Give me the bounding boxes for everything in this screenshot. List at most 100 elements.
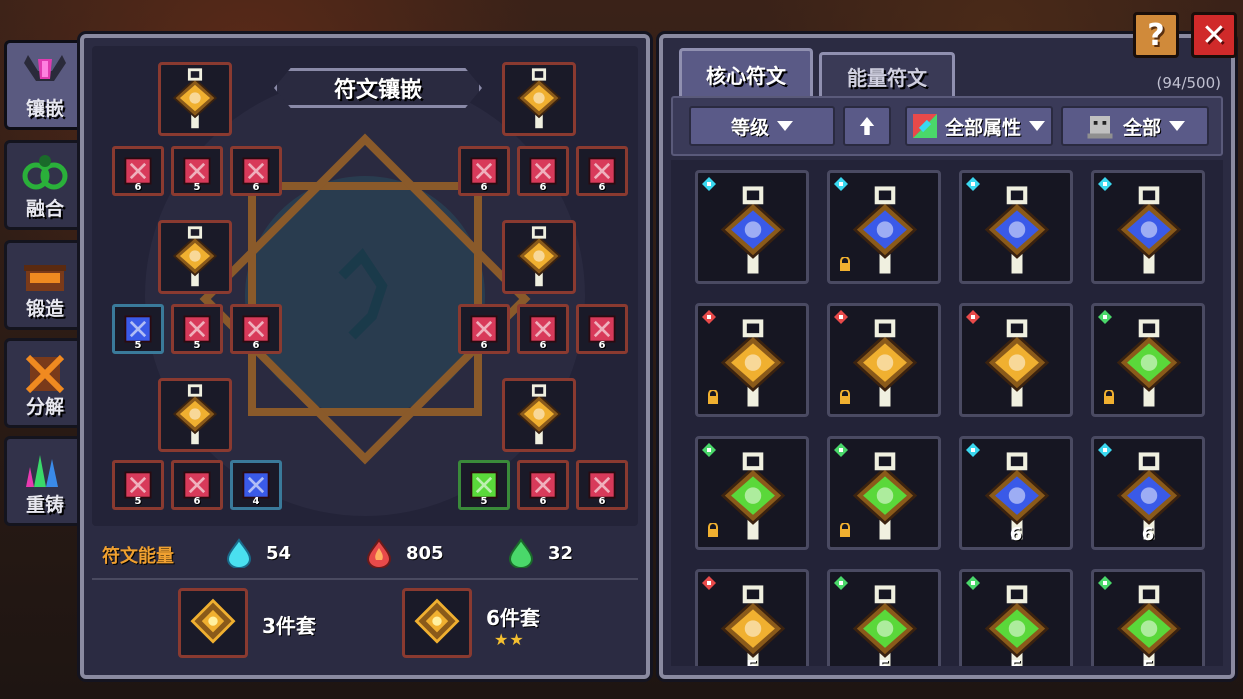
decompose-icon [25, 354, 65, 394]
energy-rune-slot[interactable]: 6 [576, 304, 628, 354]
lock-icon [1104, 390, 1114, 404]
type-filter-dropdown[interactable]: 全部 [1061, 106, 1209, 146]
rune-art [710, 449, 796, 545]
rune-art [974, 316, 1060, 412]
rune-card[interactable]: 5 [695, 569, 809, 666]
attribute-filter-dropdown[interactable]: 全部属性 [905, 106, 1053, 146]
energy-rune-slot[interactable]: 6 [171, 460, 223, 510]
energy-rune-slot[interactable]: 6 [458, 304, 510, 354]
rune-level: 6 [1009, 524, 1023, 545]
core-rune-slot[interactable] [502, 378, 576, 452]
rune-level: 5 [962, 657, 1070, 666]
rune-level: 6 [539, 340, 547, 351]
lock-icon [840, 257, 850, 271]
rune-level: 5 [134, 496, 142, 507]
rune-level: 5 [193, 340, 201, 351]
filter-bar: 等级 全部属性 全部 [671, 96, 1223, 156]
core-rune-slot[interactable] [502, 62, 576, 136]
core-rune-slot[interactable] [158, 220, 232, 294]
rune-card[interactable] [959, 170, 1073, 284]
energy-rune-slot[interactable]: 6 [517, 304, 569, 354]
rune-level: 5 [134, 340, 142, 351]
rune-art [842, 582, 928, 666]
energy-rune-slot[interactable]: 5 [171, 146, 223, 196]
rune-card[interactable]: 5 [1091, 569, 1205, 666]
energy-rune-slot[interactable]: 5 [112, 304, 164, 354]
energy-title: 符文能量 [102, 546, 174, 567]
board-title: 符文镶嵌 [274, 68, 482, 108]
rune-inlay-panel: 符文镶嵌 6 5 6 6 6 6 5 5 6 6 6 6 5 6 4 5 6 6… [80, 34, 650, 679]
rune-card[interactable]: 6 [959, 436, 1073, 550]
energy-rune-slot[interactable]: 6 [517, 460, 569, 510]
rune-card[interactable] [695, 436, 809, 550]
side-tab-fusion[interactable]: 融合 [4, 140, 86, 230]
energy-rune-slot[interactable]: 6 [112, 146, 164, 196]
core-rune-icon [984, 186, 1050, 274]
sort-level-dropdown[interactable]: 等级 [689, 106, 835, 146]
energy-rune-slot[interactable]: 5 [458, 460, 510, 510]
attribute-filter-label: 全部属性 [944, 116, 1021, 139]
energy-rune-slot[interactable]: 6 [517, 146, 569, 196]
sort-direction-button[interactable] [843, 106, 891, 146]
energy-divider [92, 578, 638, 580]
rune-level: 6 [598, 496, 606, 507]
core-rune-icon [1116, 319, 1182, 407]
help-button[interactable]: ? [1133, 12, 1179, 58]
fire-energy-icon [366, 538, 392, 568]
core-rune-icon [172, 226, 218, 287]
rune-card[interactable] [695, 303, 809, 417]
energy-rune-slot[interactable]: 4 [230, 460, 282, 510]
energy-rune-slot[interactable]: 6 [576, 460, 628, 510]
rune-art [1106, 316, 1192, 412]
rune-energy-section: 符文能量 54 805 32 3件套 6件套 ★★ [92, 532, 638, 668]
inventory-capacity: (94/500) [1156, 74, 1221, 92]
chevron-down-icon [1029, 121, 1045, 131]
rune-card[interactable]: 5 [959, 569, 1073, 666]
core-rune-icon [852, 319, 918, 407]
rune-level: 6 [193, 496, 201, 507]
set-6-stars: ★★ [494, 630, 525, 649]
rune-art [974, 582, 1060, 666]
fire-energy-value: 805 [406, 542, 444, 564]
tab-energy-runes[interactable]: 能量符文 [819, 52, 955, 98]
rune-level: 6 [539, 182, 547, 193]
rune-level: 6 [480, 340, 488, 351]
energy-rune-slot[interactable]: 6 [230, 146, 282, 196]
type-filter-label: 全部 [1122, 116, 1161, 139]
energy-rune-slot[interactable]: 5 [171, 304, 223, 354]
energy-rune-slot[interactable]: 5 [112, 460, 164, 510]
tab-core-runes[interactable]: 核心符文 [679, 48, 813, 98]
wind-energy: 32 [506, 538, 573, 568]
core-rune-slot[interactable] [158, 378, 232, 452]
rune-card[interactable] [959, 303, 1073, 417]
set-emblem-icon [190, 598, 236, 644]
energy-rune-slot[interactable]: 6 [458, 146, 510, 196]
set-bonus-3-slot[interactable] [178, 588, 248, 658]
energy-rune-slot[interactable]: 6 [576, 146, 628, 196]
core-rune-icon [720, 585, 786, 666]
core-rune-slot[interactable] [158, 62, 232, 136]
core-rune-icon [852, 452, 918, 540]
side-tab-decompose[interactable]: 分解 [4, 338, 86, 428]
rune-card[interactable] [1091, 170, 1205, 284]
rune-level: 4 [252, 496, 260, 507]
set-bonus-6-slot[interactable] [402, 588, 472, 658]
water-energy-value: 54 [266, 542, 292, 564]
rune-card[interactable] [1091, 303, 1205, 417]
rune-level: 6 [598, 182, 606, 193]
rune-card[interactable]: 5 [827, 569, 941, 666]
side-tab-inlay[interactable]: 镶嵌 [4, 40, 86, 130]
rune-card[interactable]: 6 [1091, 436, 1205, 550]
side-tab-forge[interactable]: 锻造 [4, 240, 86, 330]
core-rune-slot[interactable] [502, 220, 576, 294]
set-emblem-icon [414, 598, 460, 644]
rune-grid: 6 6 5 5 5 5 [671, 160, 1223, 666]
rune-card[interactable] [827, 436, 941, 550]
energy-rune-slot[interactable]: 6 [230, 304, 282, 354]
rune-inventory-panel: 核心符文 能量符文 (94/500) 等级 全部属性 全部 6 6 [659, 34, 1235, 679]
side-tab-recast[interactable]: 重铸 [4, 436, 86, 526]
rune-card[interactable] [827, 170, 941, 284]
rune-card[interactable] [695, 170, 809, 284]
rune-card[interactable] [827, 303, 941, 417]
close-button[interactable]: ✕ [1191, 12, 1237, 58]
